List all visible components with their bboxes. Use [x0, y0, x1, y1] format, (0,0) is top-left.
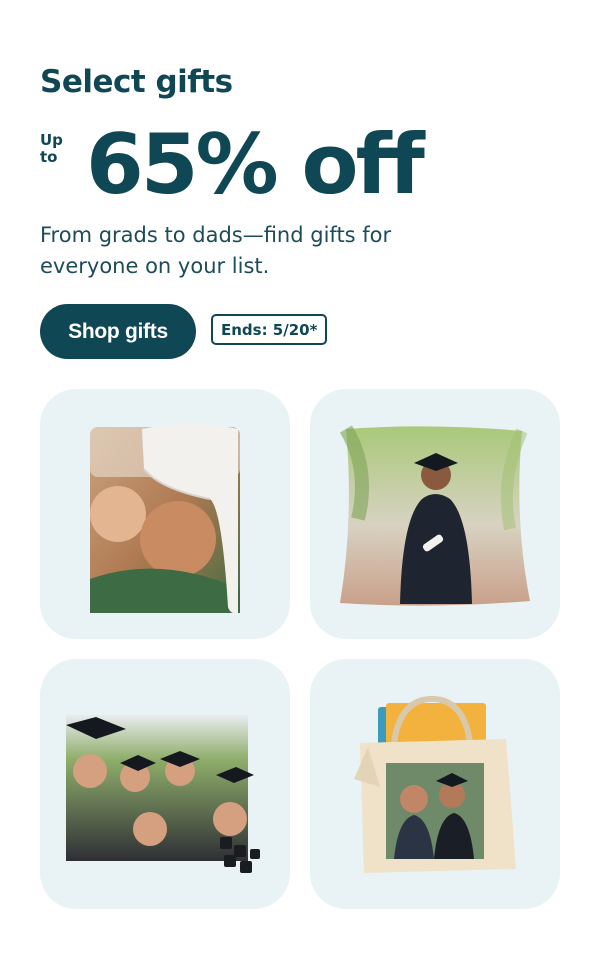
discount-headline: 65% off: [86, 116, 425, 213]
eyebrow-title: Select gifts: [40, 64, 233, 100]
ends-date-badge: Ends: 5/20*: [211, 314, 328, 345]
promo-description: From grads to dads—find gifts for everyo…: [40, 223, 392, 278]
shop-gifts-button[interactable]: Shop gifts: [40, 304, 196, 359]
product-tile-puzzle[interactable]: [40, 659, 290, 909]
blanket-photo-icon: [90, 424, 240, 614]
product-tile-pillow[interactable]: [310, 389, 560, 639]
pillow-photo-icon: [339, 425, 530, 606]
up-to-label: Up to: [40, 131, 63, 166]
puzzle-photo-icon: [66, 715, 260, 873]
tote-photo-icon: [354, 695, 516, 873]
product-tile-tote[interactable]: [310, 659, 560, 909]
promo-card: Select gifts Up to 65% off From grads to…: [0, 0, 600, 976]
product-tile-blanket[interactable]: [40, 389, 290, 639]
